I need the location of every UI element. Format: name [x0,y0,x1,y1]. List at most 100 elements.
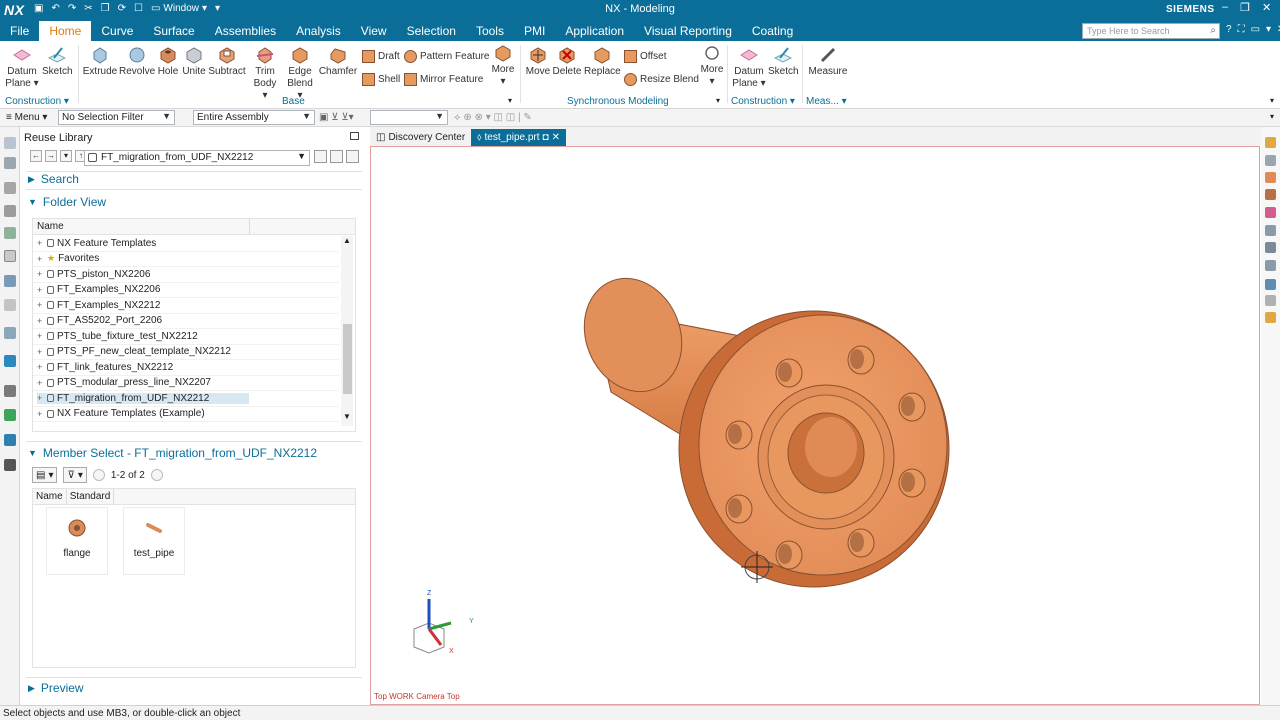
toolbar-options-icon[interactable]: ▾ [1270,112,1274,121]
expand-icon[interactable]: + [37,378,44,388]
assembly-icon[interactable] [1265,137,1276,148]
expand-icon[interactable]: + [37,269,44,279]
scroll-down-icon[interactable]: ▼ [343,412,351,421]
search-icon[interactable]: ⌕ [1210,25,1216,36]
sketch-curve-icon[interactable] [1265,207,1276,218]
expand-icon[interactable]: + [37,362,44,372]
tab-home[interactable]: Home [39,21,92,41]
tab-test-pipe[interactable]: ⬨ test_pipe.prt ◘ ✕ [471,129,566,146]
expand-icon[interactable]: + [37,238,44,248]
render-style-icon[interactable] [1265,260,1276,271]
draft-button[interactable]: Draft [362,50,400,63]
hd3d-tools-icon[interactable] [4,275,16,287]
close-tab-icon[interactable]: ✕ [552,132,560,143]
datum-plane-button[interactable]: Datum Plane ▾ [4,46,40,90]
tab-application[interactable]: Application [555,21,634,41]
tile-window-icon[interactable]: ▭ [1251,24,1260,35]
standard-column-header[interactable]: Standard [67,489,115,504]
help-icon[interactable]: ? [1226,24,1232,35]
fullscreen-icon[interactable]: ⛶ [1238,24,1245,35]
previous-page-icon[interactable] [92,469,105,481]
folder-row[interactable]: + FT_Examples_NX2212 [33,298,339,314]
member-tile-flange[interactable]: flange [46,507,108,575]
resize-blend-button[interactable]: Resize Blend [624,73,699,86]
scroll-thumb[interactable] [343,324,352,394]
tab-view[interactable]: View [351,21,397,41]
part-model[interactable]: Z Y X [371,147,1259,704]
layer-settings-icon[interactable] [1265,312,1276,323]
folder-row[interactable]: + PTS_PF_new_cleat_template_NX2212 [33,345,339,360]
shell-button[interactable]: Shell [362,73,400,86]
datum-plane-button-2[interactable]: Datum Plane ▾ [731,46,767,90]
folder-row[interactable]: + NX Feature Templates [33,236,339,252]
panel-maximize-icon[interactable] [350,132,359,140]
trim-body-button[interactable]: Trim Body ▾ [250,46,280,102]
section-view-icon[interactable] [1265,279,1276,290]
measure-button[interactable]: Measure [806,46,850,78]
constraint-navigator-icon[interactable] [4,205,16,217]
menu-button[interactable]: ≡ Menu ▾ [6,112,47,123]
history-icon[interactable] [4,327,16,339]
tab-selection[interactable]: Selection [397,21,466,41]
filter-button[interactable]: ⊽ ▾ [63,467,87,483]
hole-button[interactable]: Hole [155,46,181,78]
pattern-feature-button[interactable]: Pattern Feature [404,50,489,63]
close-icon[interactable]: ✕ [1262,1,1271,14]
tab-curve[interactable]: Curve [91,21,143,41]
move-face-button[interactable]: Move [524,46,552,78]
scroll-up-icon[interactable]: ▲ [343,236,351,245]
view-triad[interactable]: Z Y X [413,590,474,655]
visualization-icon[interactable] [4,434,16,446]
process-studio-icon[interactable] [4,355,16,367]
member-tile-test-pipe[interactable]: test_pipe [123,507,185,575]
more-base-button[interactable]: More ▾ [488,44,518,88]
export-icon[interactable] [346,150,359,163]
construction2-group-label[interactable]: Construction ▾ [731,96,795,107]
tab-discovery-center[interactable]: ◫ Discovery Center [370,129,471,146]
measure-group-label[interactable]: Meas... ▾ [806,96,847,107]
unite-button[interactable]: Unite [180,46,208,78]
snap-point-icons[interactable]: ⟡ ⊕ ⊗ ▾ ◫ ◫ | ✎ [454,112,532,123]
folder-row[interactable]: + PTS_tube_fixture_test_NX2212 [33,329,339,345]
component-icon[interactable] [1265,189,1276,200]
next-page-icon[interactable] [150,469,163,481]
revolve-button[interactable]: Revolve [119,46,155,78]
tab-visual-reporting[interactable]: Visual Reporting [634,21,742,41]
dock-icon[interactable]: ▾ [1266,24,1271,35]
construction-group-label[interactable]: Construction ▾ [5,96,69,107]
replace-face-button[interactable]: Replace [584,46,621,78]
edge-blend-button[interactable]: Edge Blend ▾ [284,46,316,102]
expand-icon[interactable]: + [37,393,44,403]
assembly-scope-select[interactable]: Entire Assembly ▼ [193,110,315,125]
extrude-button[interactable]: Extrude [82,46,118,78]
library-select[interactable]: FT_migration_from_UDF_NX2212 ▼ [84,150,310,166]
flange-body[interactable] [678,310,950,588]
sketch-button-2[interactable]: Sketch [768,46,799,78]
folder-row[interactable]: + FT_AS5202_Port_2206 [33,314,339,329]
gear-icon[interactable] [4,137,16,149]
view-orient-icon[interactable] [1265,225,1276,236]
back-icon[interactable]: ← [30,150,42,162]
reuse-library-icon[interactable] [4,250,16,262]
tab-coating[interactable]: Coating [742,21,803,41]
folder-row[interactable]: + NX Feature Templates (Example) [33,407,339,422]
sketch-button[interactable]: Sketch [42,46,73,78]
chamfer-button[interactable]: Chamfer [318,46,358,78]
folder-view-header[interactable]: ▼ Folder View [28,195,106,209]
expand-icon[interactable]: + [37,331,44,341]
mirror-feature-button[interactable]: Mirror Feature [404,73,483,86]
part-tree-icon[interactable] [4,227,16,239]
restore-icon[interactable]: ❐ [1240,1,1250,14]
snap-select[interactable]: ▼ [370,110,448,125]
search-section-header[interactable]: ▶ Search [28,172,79,186]
folder-scrollbar[interactable]: ▲ ▼ [341,236,353,426]
expand-icon[interactable]: + [37,285,44,295]
roles-icon[interactable] [4,385,16,397]
minus-icon[interactable] [1265,155,1276,166]
refresh-icon[interactable] [314,150,327,163]
assembly-navigator-icon[interactable] [4,182,16,194]
system-materials-icon[interactable] [4,409,16,421]
part-navigator-icon[interactable] [4,157,16,169]
tab-file[interactable]: File [0,21,39,41]
preview-section-header[interactable]: ▶ Preview [28,681,84,695]
